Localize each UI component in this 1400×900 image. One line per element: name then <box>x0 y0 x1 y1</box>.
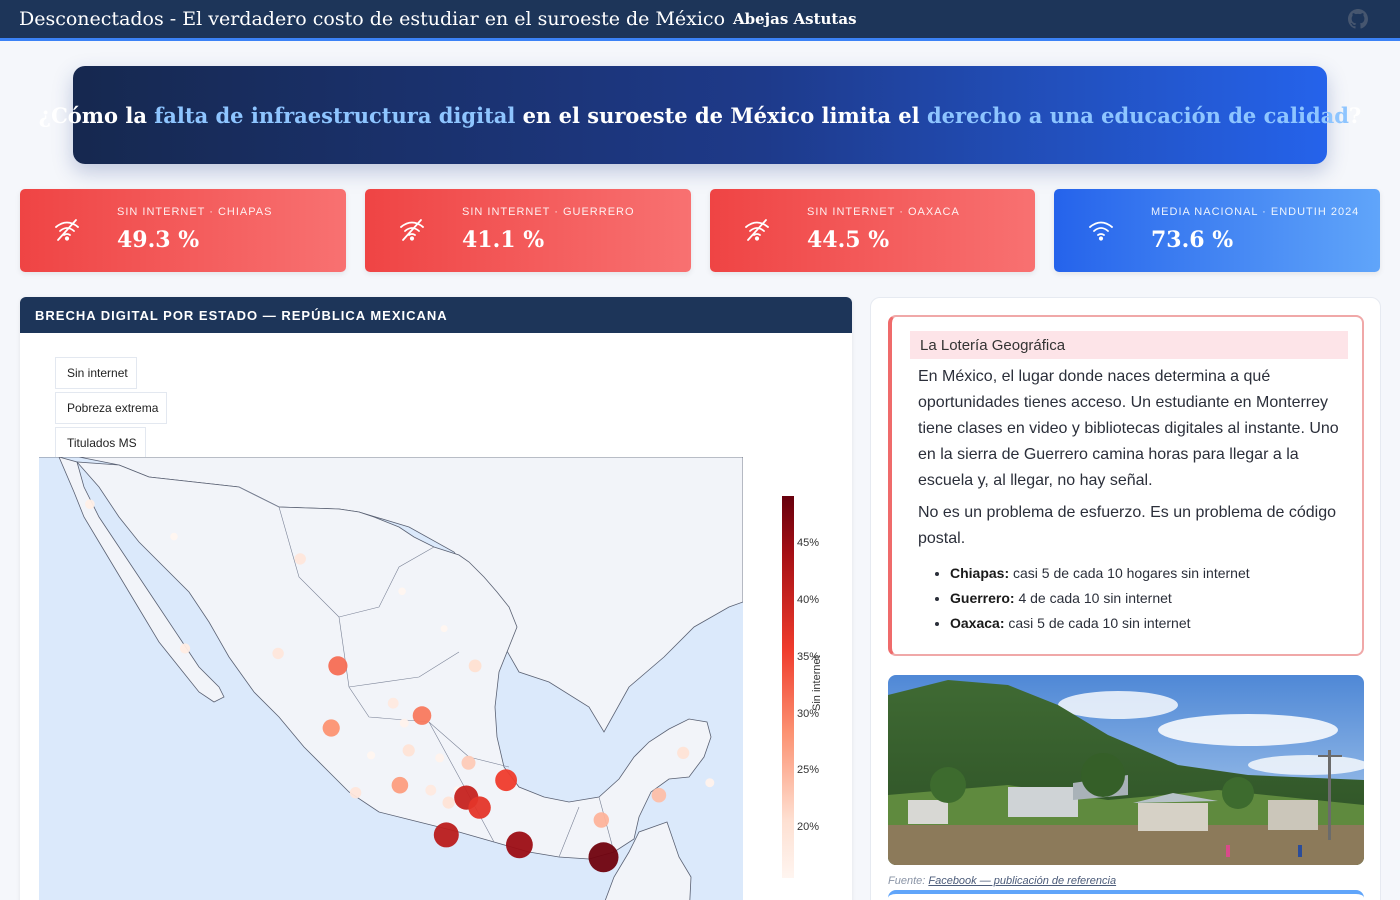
colorbar <box>782 496 794 878</box>
state-bubble[interactable] <box>442 796 455 809</box>
state-bubble[interactable] <box>677 746 690 759</box>
state-bubble[interactable] <box>461 755 476 770</box>
state-bubble[interactable] <box>506 831 533 859</box>
state-bubble[interactable] <box>399 718 409 728</box>
state-bubble[interactable] <box>170 532 178 541</box>
story-paragraph: En México, el lugar donde naces determin… <box>918 368 1339 489</box>
kpi-label: SIN INTERNET · GUERRERO <box>462 206 635 218</box>
wifi-icon <box>1089 221 1113 241</box>
state-bubble[interactable] <box>588 842 619 873</box>
photo-source: Fuente: Facebook — publicación de refere… <box>888 875 1116 887</box>
story-bullet-list: Chiapas: casi 5 de cada 10 hogares sin i… <box>950 561 1350 636</box>
state-bubble[interactable] <box>651 787 667 803</box>
list-item: Oaxaca: casi 5 de cada 10 sin internet <box>950 611 1350 636</box>
list-item: Guerrero: 4 de cada 10 sin internet <box>950 586 1350 611</box>
next-card <box>888 890 1364 900</box>
question-text: ¿Cómo la <box>38 102 155 128</box>
state-bubble[interactable] <box>433 822 459 848</box>
wifi-off-icon <box>745 219 769 241</box>
research-question-banner: ¿Cómo la falta de infraestructura digita… <box>39 66 1361 164</box>
map-panel: BRECHA DIGITAL POR ESTADO — REPÚBLICA ME… <box>20 297 852 900</box>
state-bubble[interactable] <box>495 769 517 792</box>
kpi-label: SIN INTERNET · CHIAPAS <box>117 206 273 218</box>
bullet-text: casi 5 de cada 10 hogares sin internet <box>1009 565 1250 581</box>
state-bubble[interactable] <box>440 625 448 633</box>
question-text: ? <box>1348 102 1362 128</box>
bullet-state: Oaxaca: <box>950 615 1005 631</box>
state-bubble[interactable] <box>435 753 445 763</box>
story-card: La Lotería Geográfica En México, el luga… <box>888 315 1364 656</box>
kpi-card-guerrero: SIN INTERNET · GUERRERO 41.1 % <box>365 189 691 272</box>
state-bubble[interactable] <box>367 751 376 760</box>
state-bubble[interactable] <box>180 643 191 654</box>
state-bubble[interactable] <box>468 659 482 673</box>
state-bubble[interactable] <box>593 812 609 828</box>
colorbar-tick: 40% <box>797 594 820 606</box>
kpi-value: 41.1 % <box>462 227 545 253</box>
story-panel: La Lotería Geográfica En México, el luga… <box>870 297 1381 900</box>
source-prefix: Fuente: <box>888 875 929 887</box>
colorbar-tick: 25% <box>797 764 820 776</box>
question-text: en el suroeste de México limita el <box>515 102 927 128</box>
state-bubble[interactable] <box>328 656 348 676</box>
wifi-off-icon <box>400 219 424 241</box>
state-bubble[interactable] <box>402 744 415 757</box>
kpi-card-chiapas: SIN INTERNET · CHIAPAS 49.3 % <box>20 189 346 272</box>
state-bubble[interactable] <box>349 787 362 799</box>
github-icon[interactable] <box>1348 9 1368 29</box>
map-panel-title: BRECHA DIGITAL POR ESTADO — REPÚBLICA ME… <box>20 297 852 333</box>
research-question: ¿Cómo la falta de infraestructura digita… <box>39 103 1361 128</box>
state-bubble[interactable] <box>85 499 95 509</box>
state-bubble[interactable] <box>294 553 306 565</box>
village-photo <box>888 675 1364 865</box>
bullet-text: casi 5 de cada 10 sin internet <box>1004 615 1191 631</box>
bullet-text: 4 de cada 10 sin internet <box>1014 590 1172 606</box>
top-bar: Desconectados - El verdadero costo de es… <box>0 0 1400 41</box>
state-bubble[interactable] <box>322 719 340 737</box>
story-title: La Lotería Geográfica <box>910 331 1348 359</box>
layer-button-sin-internet[interactable]: Sin internet <box>55 357 137 389</box>
state-bubble[interactable] <box>412 706 432 725</box>
state-bubble[interactable] <box>398 587 406 596</box>
mexico-map[interactable] <box>39 457 743 900</box>
bullet-state: Guerrero: <box>950 590 1015 606</box>
kpi-card-oaxaca: SIN INTERNET · OAXACA 44.5 % <box>710 189 1035 272</box>
colorbar-title: Sin internet <box>811 655 823 711</box>
state-bubble[interactable] <box>425 784 437 796</box>
kpi-value: 44.5 % <box>807 227 890 253</box>
wifi-off-icon <box>55 219 79 241</box>
team-name: Abejas Astutas <box>733 10 857 28</box>
state-bubble[interactable] <box>387 697 399 709</box>
kpi-label: SIN INTERNET · OAXACA <box>807 206 960 218</box>
state-bubble[interactable] <box>705 778 715 788</box>
story-paragraph: No es un problema de esfuerzo. Es un pro… <box>918 504 1337 547</box>
layer-button-pobreza-extrema[interactable]: Pobreza extrema <box>55 392 168 424</box>
bullet-state: Chiapas: <box>950 565 1010 581</box>
layer-button-titulados-ms[interactable]: Titulados MS <box>55 427 146 459</box>
source-link[interactable]: Facebook — publicación de referencia <box>928 875 1116 887</box>
app-title: Desconectados - El verdadero costo de es… <box>19 8 726 30</box>
colorbar-tick: 20% <box>797 821 820 833</box>
kpi-label: MEDIA NACIONAL · ENDUTIH 2024 <box>1151 206 1360 218</box>
colorbar-tick: 45% <box>797 537 820 549</box>
state-bubble[interactable] <box>468 796 491 819</box>
state-bubble[interactable] <box>272 647 284 660</box>
question-highlight-derecho: derecho a una educación de calidad <box>926 102 1349 128</box>
question-highlight-infraestructura: falta de infraestructura digital <box>154 102 516 128</box>
kpi-value: 49.3 % <box>117 227 200 253</box>
list-item: Chiapas: casi 5 de cada 10 hogares sin i… <box>950 561 1350 586</box>
state-bubble[interactable] <box>391 776 409 794</box>
kpi-value: 73.6 % <box>1151 227 1234 253</box>
kpi-card-media-nacional: MEDIA NACIONAL · ENDUTIH 2024 73.6 % <box>1054 189 1380 272</box>
